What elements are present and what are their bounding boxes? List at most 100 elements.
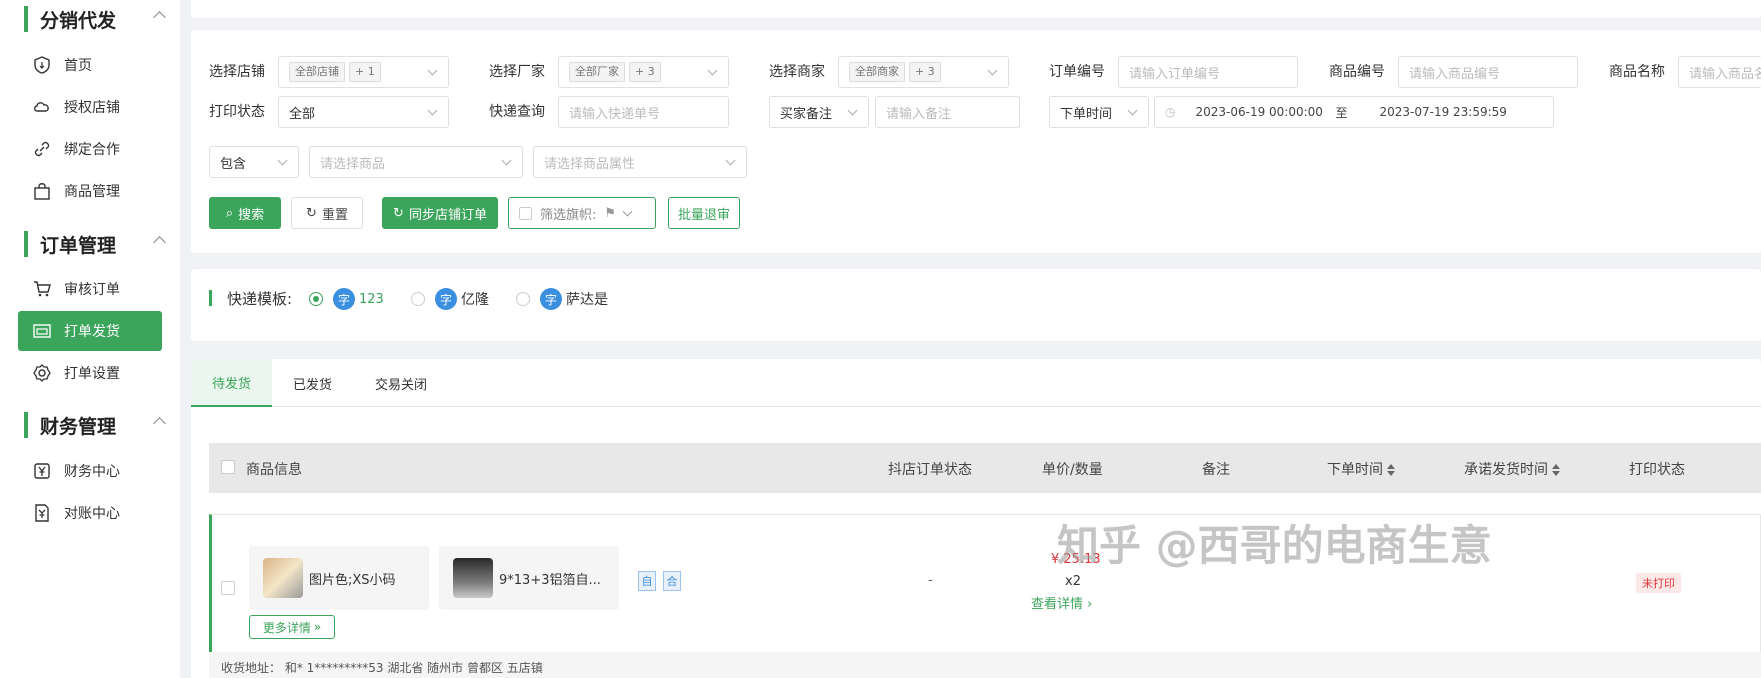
express-input[interactable]: 请输入快递单号	[558, 96, 729, 128]
col-goods-info: 商品信息	[246, 462, 302, 478]
sidebar-item-finance-center[interactable]: 财务中心	[18, 451, 162, 491]
quantity: x2	[1065, 574, 1081, 589]
chevron-down-icon	[501, 155, 512, 166]
radio-unselected[interactable]	[516, 292, 530, 306]
section-title: 订单管理	[40, 234, 117, 257]
tab-pending[interactable]: 待发货	[191, 359, 272, 407]
select-all-checkbox[interactable]	[221, 460, 235, 474]
sort-icon[interactable]	[1552, 464, 1560, 476]
batch-return-label: 批量退审	[677, 207, 730, 223]
reset-button-label: 重置	[321, 207, 348, 223]
flag-filter[interactable]: 筛选旗帜: ⚑	[508, 197, 656, 229]
chevron-down-icon	[1127, 105, 1138, 116]
sync-icon: ↻	[393, 205, 404, 221]
tab-shipped[interactable]: 已发货	[272, 359, 353, 407]
reset-button[interactable]: ↻ 重置	[291, 197, 363, 229]
flag-filter-checkbox[interactable]	[519, 206, 532, 220]
time-type-value: 下单时间	[1060, 106, 1113, 122]
search-button-label: 搜索	[238, 207, 265, 223]
row-checkbox[interactable]	[221, 581, 235, 595]
goods-select[interactable]: 请选择商品	[309, 146, 523, 178]
col-promise-time[interactable]: 承诺发货时间	[1464, 459, 1560, 479]
date-end: 2023-07-19 23:59:59	[1379, 105, 1507, 119]
date-range-picker[interactable]: ◷ 2023-06-19 00:00:00 至 2023-07-19 23:59…	[1154, 96, 1554, 128]
template-option-sadashi[interactable]: 字 萨达是	[516, 288, 608, 310]
sidebar-item-reconcile[interactable]: 对账中心	[18, 493, 162, 533]
chevron-down-icon	[427, 65, 438, 76]
sidebar-item-home[interactable]: 首页	[18, 45, 162, 85]
sidebar-item-label: 审核订单	[64, 282, 120, 298]
goods-no-input[interactable]: 请输入商品编号	[1398, 56, 1578, 88]
express-template-panel: 快递模板: 字 123 字 亿隆 字 萨达是	[191, 269, 1761, 341]
date-start: 2023-06-19 00:00:00	[1195, 105, 1323, 119]
product-card[interactable]: 9*13+3铝箔自...	[439, 546, 619, 610]
search-icon: ⌕	[225, 205, 234, 221]
sidebar-item-label: 对账中心	[64, 506, 120, 522]
sort-icon[interactable]	[1387, 464, 1395, 476]
merchant-tag: 全部商家	[849, 62, 905, 82]
print-status-badge: 未打印	[1636, 573, 1681, 593]
shop-select[interactable]: 全部店铺 + 1	[278, 56, 449, 88]
product-thumbnail	[453, 558, 493, 598]
template-option-label: 123	[359, 291, 384, 307]
order-no-input[interactable]: 请输入订单编号	[1118, 56, 1298, 88]
chevron-up-icon	[153, 11, 166, 24]
attr-select-placeholder: 请选择商品属性	[544, 156, 636, 172]
radio-selected[interactable]	[309, 292, 323, 306]
sidebar-item-goods[interactable]: 商品管理	[18, 171, 162, 211]
template-option-yilong[interactable]: 字 亿隆	[411, 288, 489, 310]
refresh-icon: ↻	[306, 205, 317, 221]
shield-icon	[34, 56, 50, 74]
section-orders[interactable]: 订单管理	[24, 231, 166, 257]
chevron-down-icon	[707, 65, 718, 76]
radio-unselected[interactable]	[411, 292, 425, 306]
chevron-down-icon	[725, 155, 736, 166]
sku-card[interactable]: 图片色;XS小码	[249, 546, 429, 610]
yen-icon	[34, 463, 50, 479]
search-button[interactable]: ⌕ 搜索	[209, 197, 281, 229]
shop-label: 选择店铺	[209, 64, 265, 80]
template-badge-icon: 字	[333, 288, 355, 310]
sidebar-item-review[interactable]: 审核订单	[18, 269, 162, 309]
sidebar-item-print-ship[interactable]: 打单发货	[18, 311, 162, 351]
sidebar-item-label: 打单设置	[64, 366, 120, 382]
express-label: 快递查询	[489, 104, 545, 120]
section-finance[interactable]: 财务管理	[24, 412, 166, 438]
factory-select[interactable]: 全部厂家 + 3	[558, 56, 729, 88]
remark-input[interactable]: 请输入备注	[875, 96, 1020, 128]
print-status-select[interactable]: 全部	[278, 96, 449, 128]
sidebar-item-print-settings[interactable]: 打单设置	[18, 353, 162, 393]
sidebar-item-bind[interactable]: 绑定合作	[18, 129, 162, 169]
template-option-123[interactable]: 字 123	[309, 288, 384, 310]
remark-type-select[interactable]: 买家备注	[769, 96, 869, 128]
view-details-link[interactable]: 查看详情 ›	[1031, 593, 1092, 612]
product-title: 9*13+3铝箔自...	[499, 572, 601, 588]
section-distribution[interactable]: 分销代发	[24, 6, 166, 32]
shop-tag: 全部店铺	[289, 62, 345, 82]
express-template-label: 快递模板:	[227, 290, 293, 308]
merchant-select[interactable]: 全部商家 + 3	[838, 56, 1009, 88]
flag-icon: ⚑	[604, 205, 617, 221]
order-no-label: 订单编号	[1049, 64, 1105, 80]
time-type-select[interactable]: 下单时间	[1049, 96, 1149, 128]
goods-no-label: 商品编号	[1329, 64, 1385, 80]
sidebar-item-label: 授权店铺	[64, 100, 120, 116]
batch-return-button[interactable]: 批量退审	[668, 197, 740, 229]
col-print-status: 打印状态	[1629, 462, 1685, 478]
sidebar-item-auth-shop[interactable]: 授权店铺	[18, 87, 162, 127]
tab-closed[interactable]: 交易关闭	[353, 359, 449, 407]
attr-select[interactable]: 请选择商品属性	[533, 146, 747, 178]
goods-name-input[interactable]: 请输入商品名称	[1678, 56, 1761, 88]
chevron-down-icon	[427, 105, 438, 116]
template-badge-icon: 字	[435, 288, 457, 310]
combined-badge: 合	[663, 571, 681, 591]
sidebar-item-label: 打单发货	[64, 324, 120, 340]
gear-icon	[33, 364, 51, 382]
double-chevron-icon: »	[313, 620, 322, 634]
contain-select[interactable]: 包含	[209, 146, 299, 178]
sync-orders-button[interactable]: ↻ 同步店铺订单	[382, 197, 498, 229]
order-status: -	[928, 573, 933, 588]
col-order-time[interactable]: 下单时间	[1327, 459, 1395, 479]
product-thumbnail	[263, 558, 303, 598]
more-details-button[interactable]: 更多详情»	[249, 615, 335, 639]
